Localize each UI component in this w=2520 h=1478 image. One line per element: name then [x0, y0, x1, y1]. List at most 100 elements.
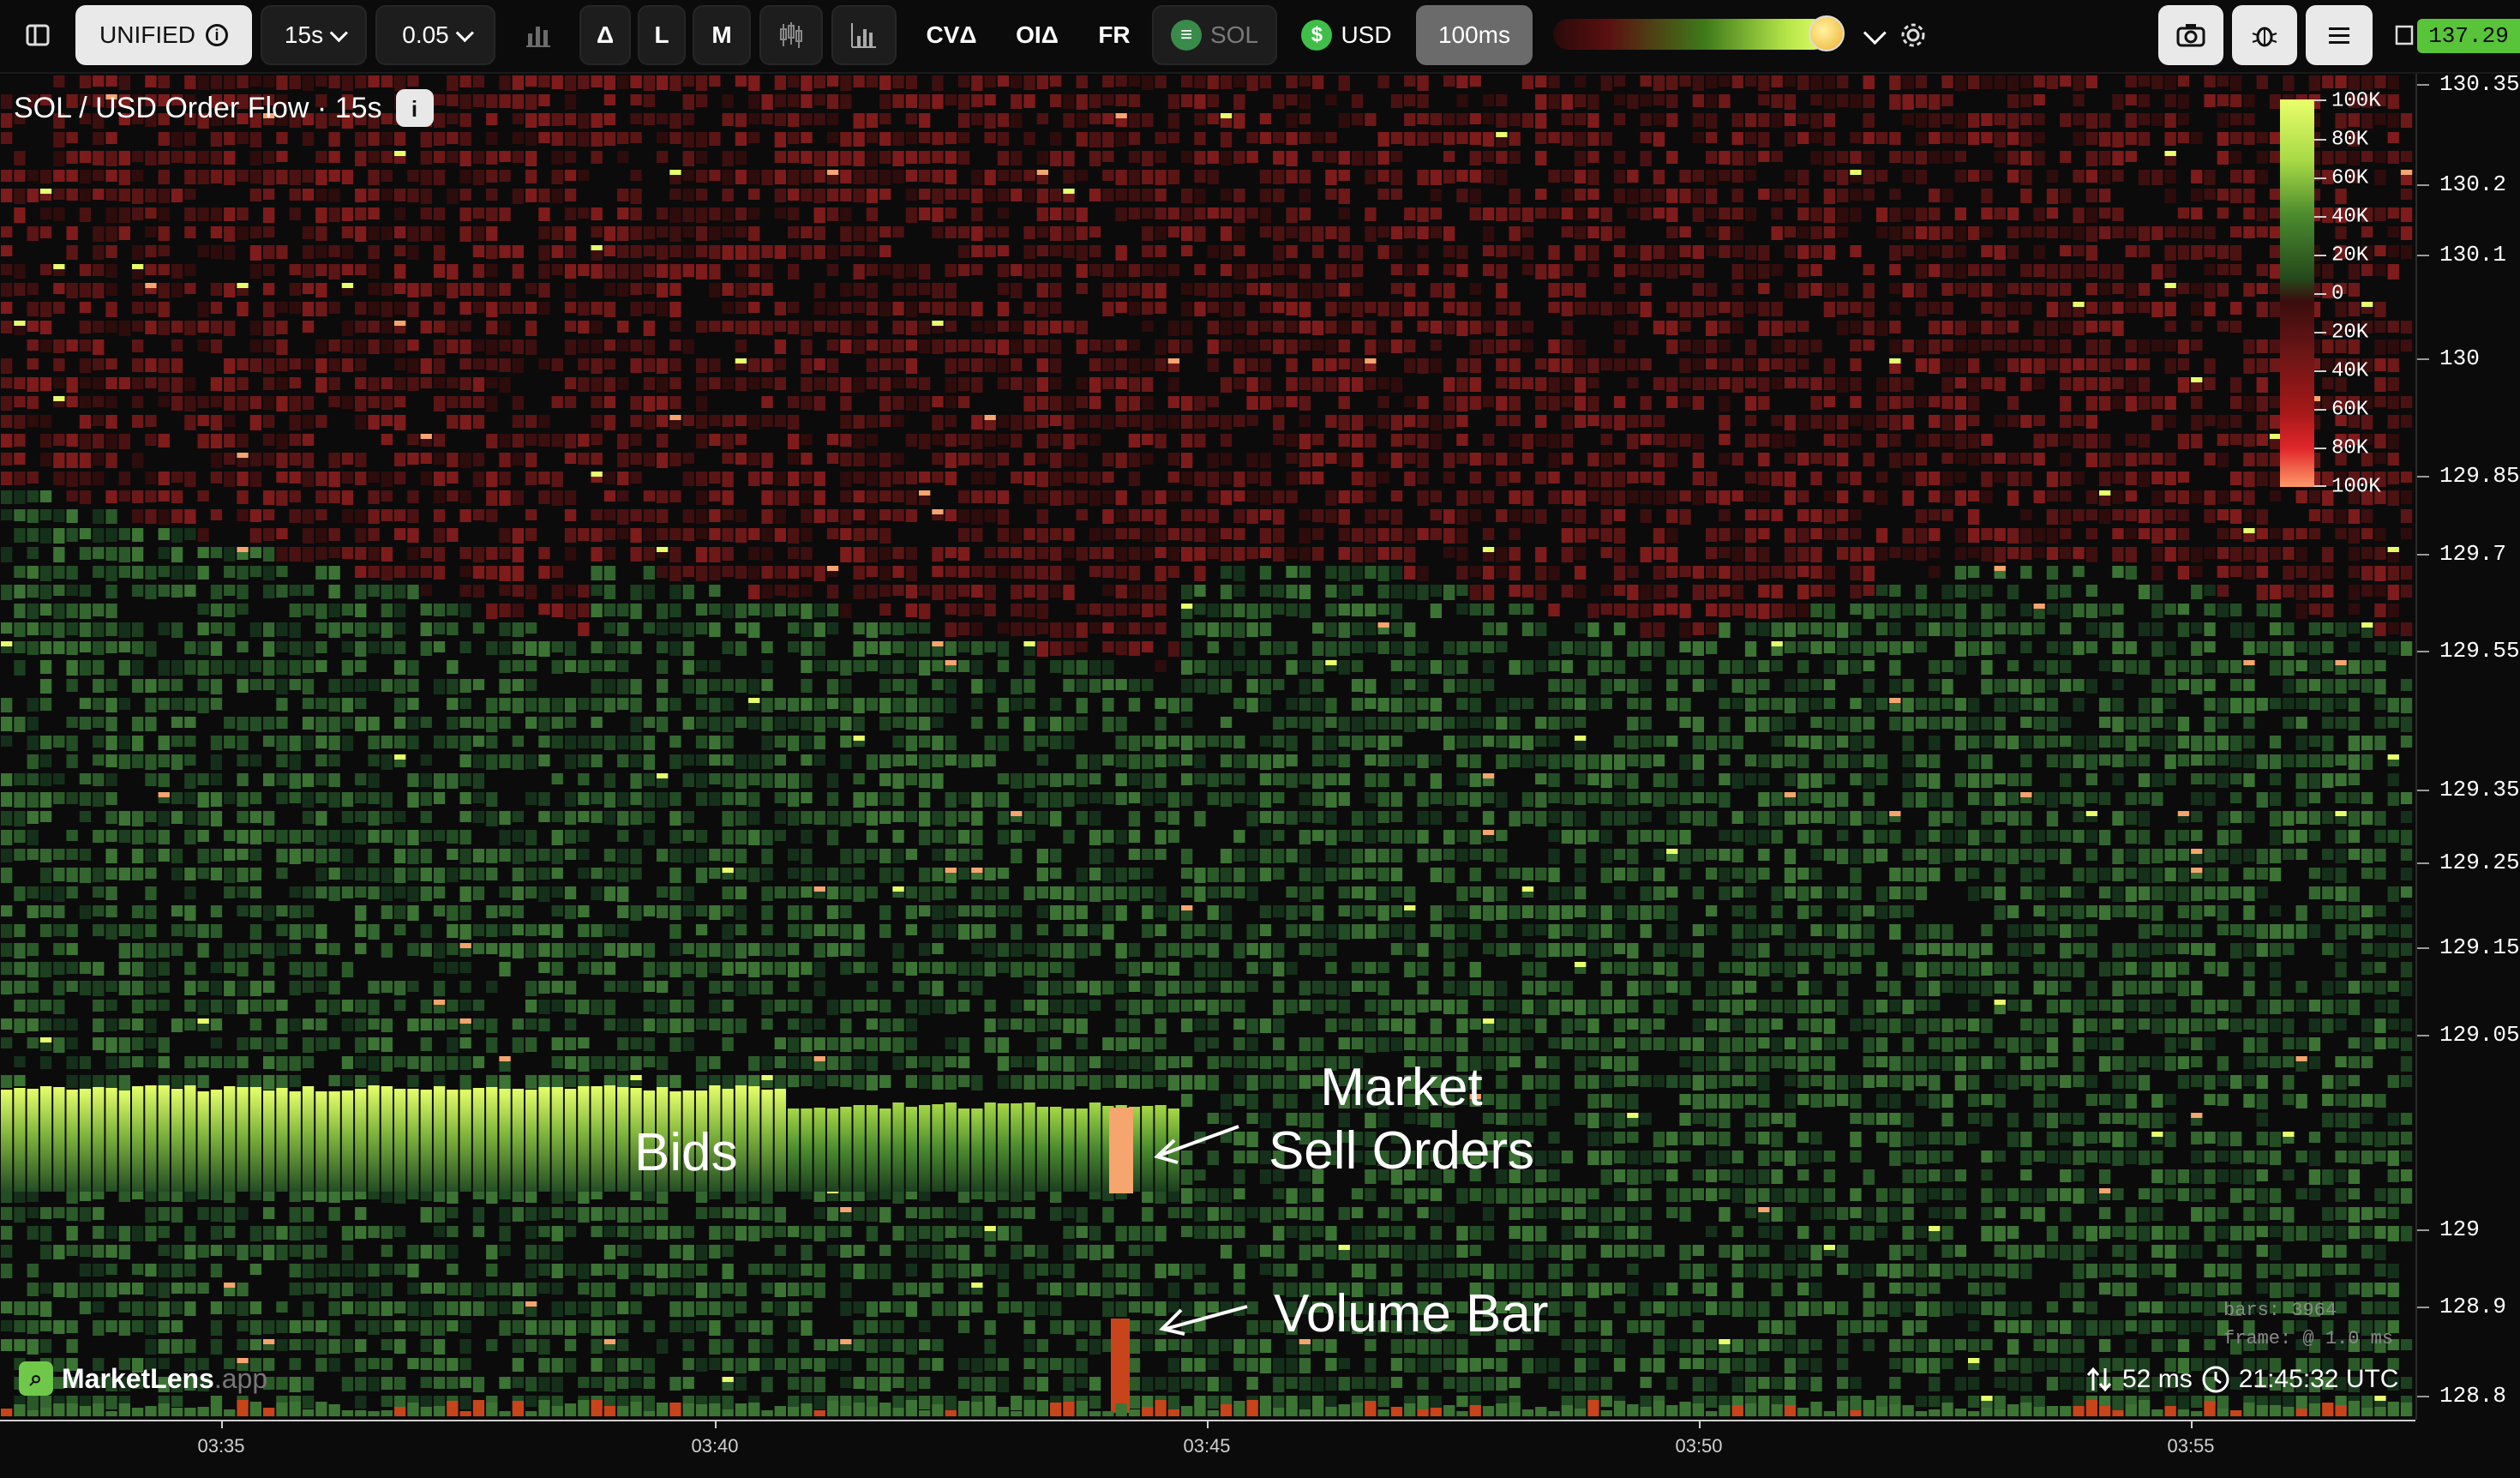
bid-cell [407, 849, 419, 864]
bid-cell [210, 811, 223, 826]
bid-cell [971, 1226, 983, 1238]
ask-cell [801, 547, 813, 560]
bid-cell [1207, 736, 1219, 747]
bid-cell [1233, 868, 1245, 882]
bid-cell [381, 1056, 393, 1072]
bid-cell [459, 679, 471, 693]
ask-cell [1142, 226, 1154, 241]
bid-cell [1181, 981, 1193, 994]
gear-icon[interactable] [1894, 5, 1932, 65]
bid-cell [932, 1339, 944, 1351]
bid-cell [813, 1339, 825, 1350]
bid-cell [1259, 1339, 1272, 1353]
ask-cell [512, 75, 524, 90]
tick-size-select[interactable]: 0.05 [375, 5, 495, 65]
toggle-delta-button[interactable]: Δ [579, 5, 631, 65]
bid-cell [499, 717, 511, 729]
ask-cell [866, 283, 879, 298]
refresh-rate-button[interactable]: 100ms [1416, 5, 1533, 65]
bid-cell [1207, 943, 1219, 958]
ask-cell [657, 509, 669, 523]
toggle-m-button[interactable]: M [693, 5, 751, 65]
book-icon[interactable] [2391, 5, 2417, 65]
ask-cell [919, 339, 931, 353]
ask-cell [171, 472, 183, 483]
highlight-cell [459, 943, 471, 948]
ask-cell [145, 151, 157, 165]
bid-cell [14, 1339, 26, 1351]
bid-cell [709, 754, 721, 766]
ask-cell [932, 302, 944, 315]
ask-cell [132, 396, 144, 408]
bid-cell [1259, 585, 1272, 597]
bid-cell [224, 1301, 236, 1314]
bid-cell [39, 773, 52, 786]
column-chart-icon[interactable] [514, 5, 562, 65]
bid-cell [1011, 1226, 1023, 1241]
bid-cell [1128, 1283, 1141, 1296]
candles-icon[interactable] [759, 5, 823, 65]
bid-cell [145, 981, 157, 994]
ask-cell [657, 75, 669, 90]
bid-cell [657, 1075, 669, 1088]
menu-icon[interactable] [2306, 5, 2373, 65]
ask-cell [355, 207, 367, 220]
bid-cell [105, 736, 117, 750]
chevron-down-icon[interactable] [1850, 5, 1887, 65]
ask-cell [53, 283, 65, 294]
camera-icon[interactable] [2158, 5, 2223, 65]
ask-cell [472, 170, 485, 185]
bug-icon[interactable] [2232, 5, 2297, 65]
oid-button[interactable]: OIΔ [1003, 5, 1071, 65]
ask-cell [328, 358, 340, 371]
bid-cell [158, 1264, 170, 1277]
ask-cell [866, 132, 879, 143]
ask-cell [1194, 264, 1206, 275]
ask-cell [1036, 151, 1048, 165]
bid-cell [105, 1018, 117, 1031]
bid-cell [853, 792, 865, 808]
ask-cell [1286, 207, 1298, 223]
interval-select[interactable]: 15s [261, 5, 367, 65]
base-symbol-button[interactable]: ≡ SOL [1152, 5, 1277, 65]
slider-knob[interactable] [1809, 15, 1845, 51]
fr-button[interactable]: FR [1087, 5, 1142, 65]
color-scale-slider[interactable] [1553, 19, 1829, 50]
bid-cell [591, 1000, 603, 1015]
bid-cell [302, 962, 315, 977]
ask-cell [682, 453, 694, 464]
cvd-button[interactable]: CVΔ [917, 5, 986, 65]
bid-cell [801, 736, 813, 749]
bid-cell [603, 924, 616, 936]
quote-symbol-button[interactable]: $ USD [1291, 5, 1402, 65]
bid-cell [617, 1226, 629, 1237]
toggle-l-button[interactable]: L [638, 5, 686, 65]
ask-cell [1220, 377, 1233, 393]
bid-cell [302, 811, 315, 824]
bid-cell [603, 1283, 616, 1297]
bid-cell [1167, 1396, 1179, 1411]
bid-cell [630, 1056, 642, 1070]
mode-select-button[interactable]: UNIFIED i [75, 5, 252, 65]
ask-cell [1181, 151, 1193, 163]
bid-cell [407, 773, 419, 787]
sidebar-toggle-icon[interactable] [12, 5, 63, 65]
bid-cell [1181, 1000, 1193, 1012]
ask-cell [1036, 509, 1048, 524]
bid-cell [263, 622, 275, 637]
ask-cell [145, 509, 157, 524]
volume-histogram-icon[interactable] [831, 5, 897, 65]
bid-cell [512, 698, 524, 713]
bid-cell [512, 641, 524, 654]
ask-cell [1089, 434, 1101, 446]
bid-cell [525, 1000, 537, 1012]
bid-cell [617, 698, 629, 710]
ask-cell [997, 622, 1010, 634]
ask-cell [1194, 75, 1206, 88]
bid-cell [1194, 1377, 1206, 1391]
ask-cell [368, 189, 380, 201]
bid-cell [1050, 717, 1062, 731]
bid-cell [826, 717, 839, 728]
bid-cell [905, 886, 917, 898]
ask-cell [630, 245, 642, 258]
